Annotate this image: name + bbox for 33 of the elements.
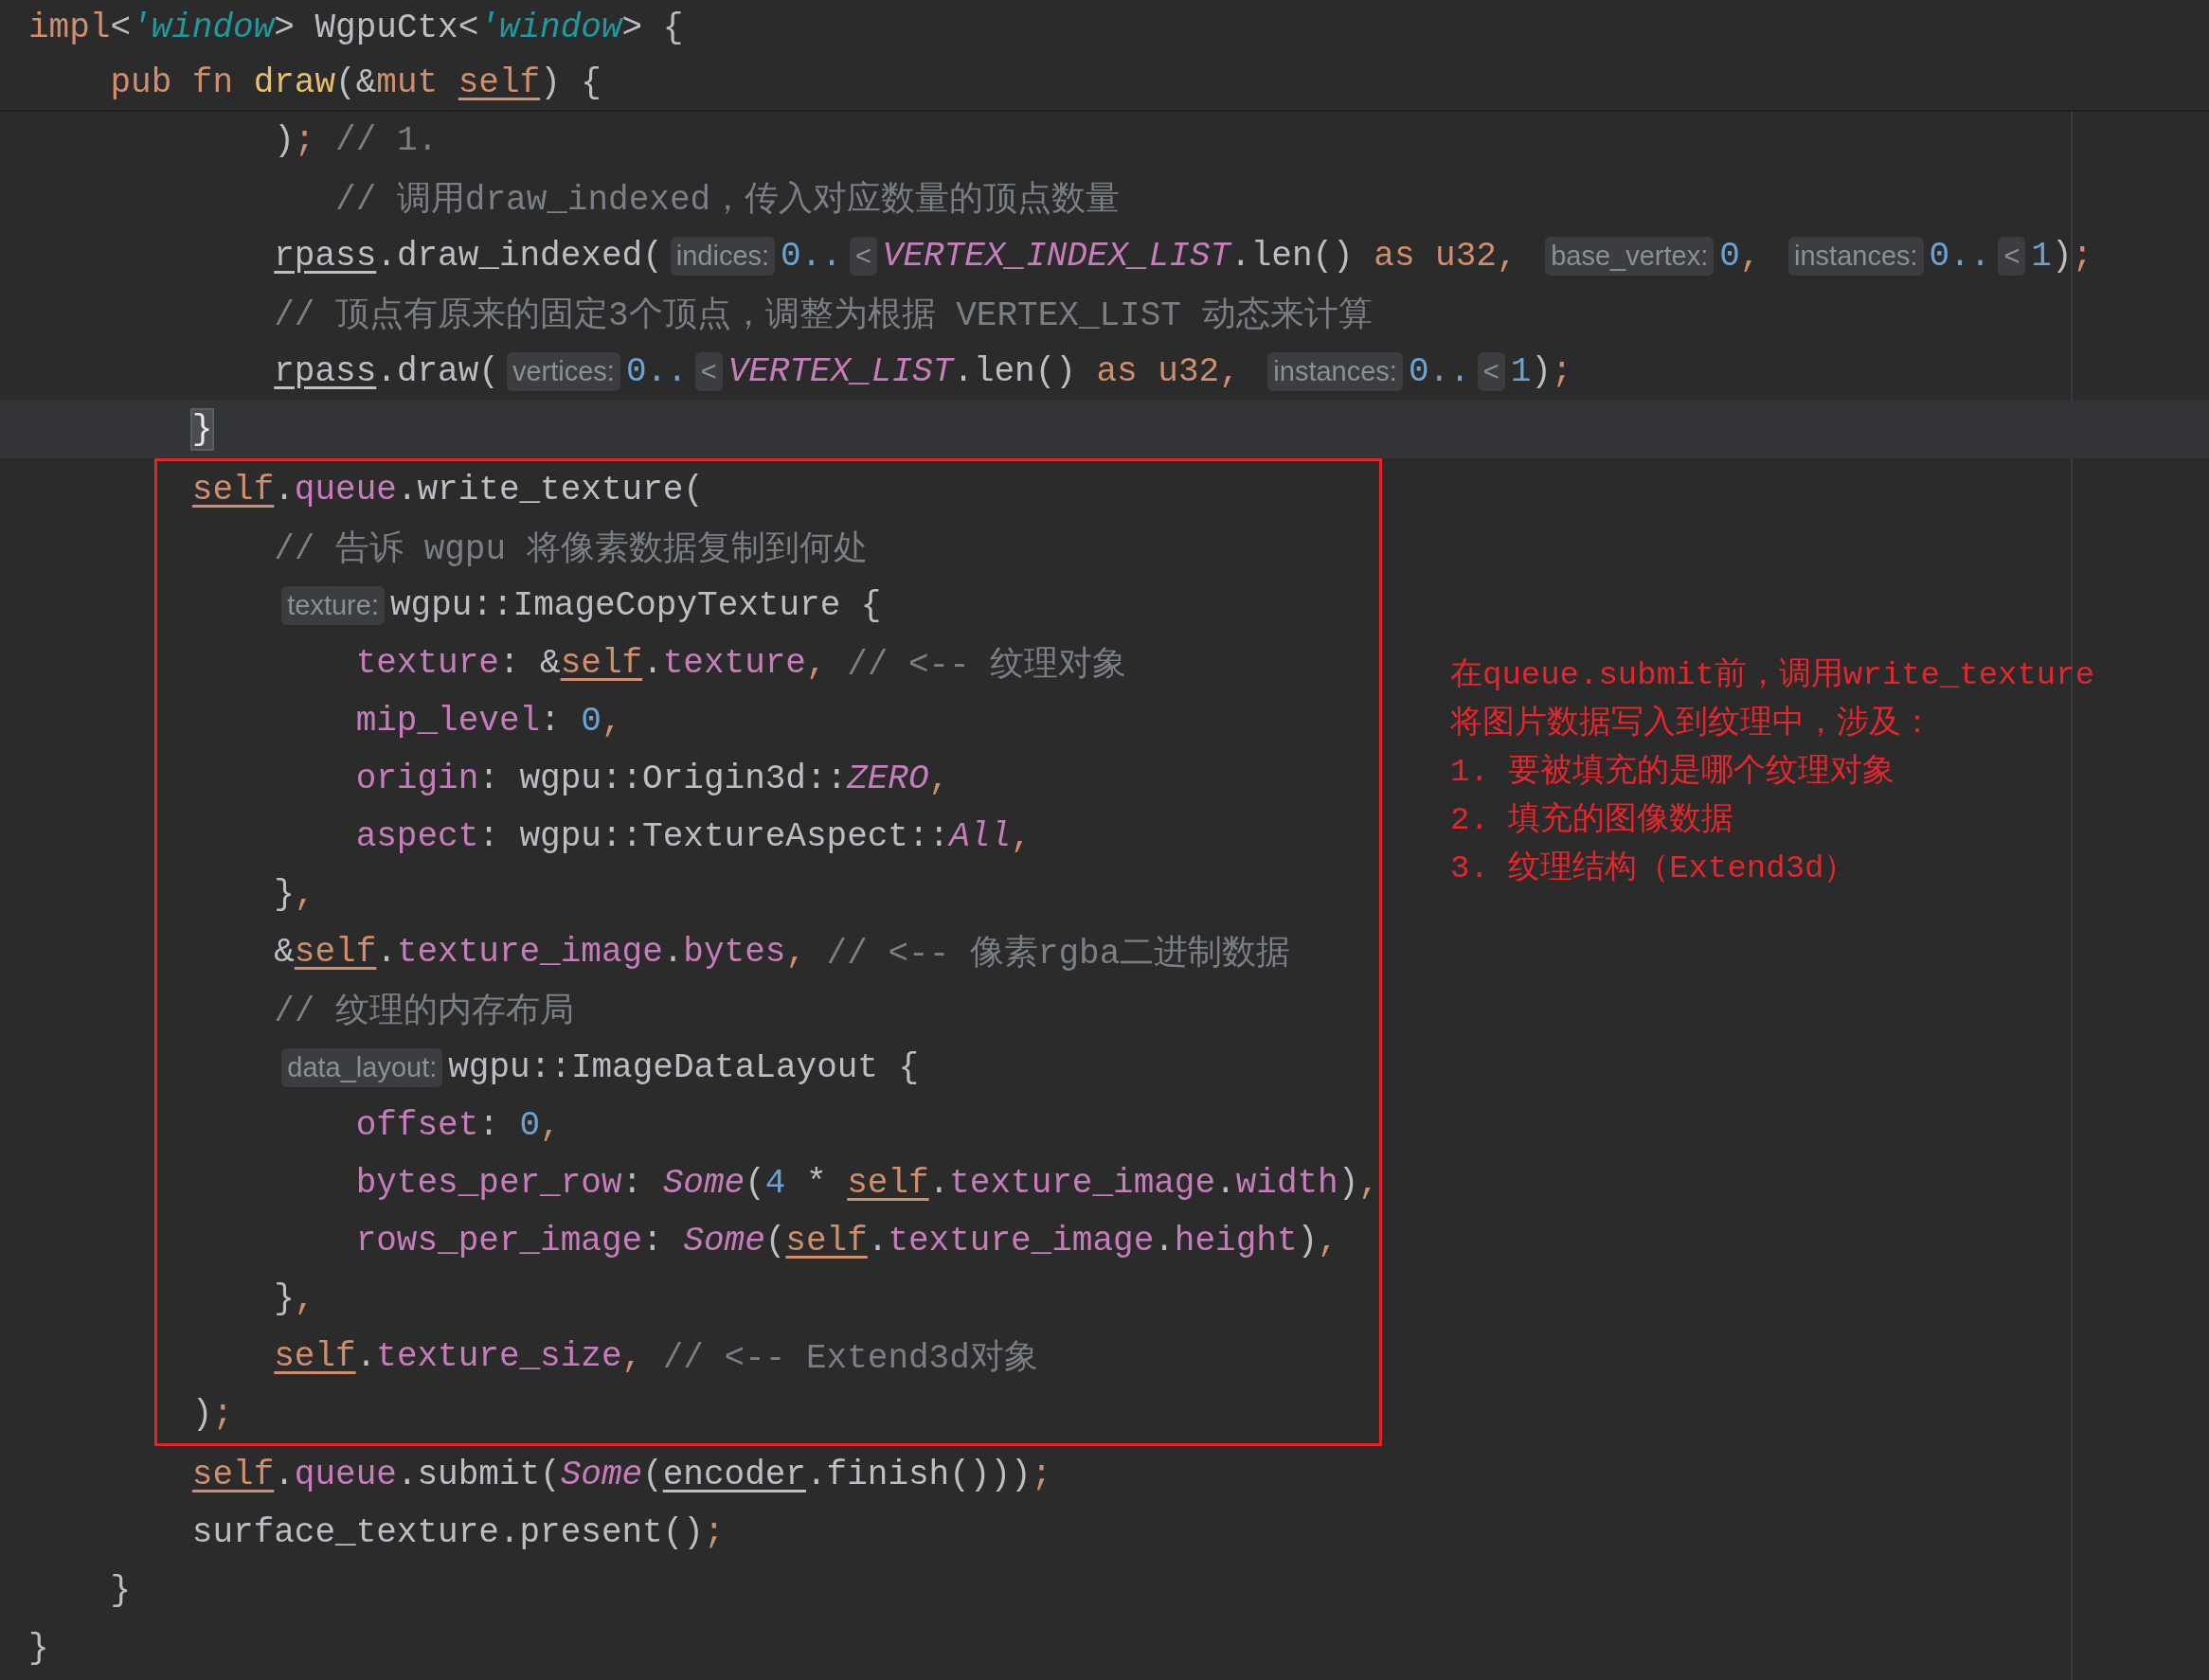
code-line: self.texture_size, // <-- Extend3d对象 bbox=[273, 1336, 1039, 1380]
code-line: origin: wgpu::Origin3d::ZERO, bbox=[354, 759, 951, 800]
code-line: rpass.draw( vertices: 0.. < VERTEX_LIST.len() as u32, instances: 0.. < 1); bbox=[273, 351, 1573, 393]
code-line: // 告诉 wgpu 将像素数据复制到何处 bbox=[273, 529, 869, 571]
annotation-text: 1. 要被填充的是哪个纹理对象 bbox=[1450, 752, 1896, 792]
code-line: self.queue.submit(Some(encoder.finish())); bbox=[190, 1455, 1053, 1496]
code-line: }, bbox=[273, 1278, 316, 1320]
code-line: &self.texture_image.bytes, // <-- 像素rgba二进制数据 bbox=[273, 932, 1292, 975]
code-line: texture: &self.texture, // <-- 纹理对象 bbox=[354, 643, 1128, 687]
code-line: // 顶点有原来的固定3个顶点，调整为根据 VERTEX_LIST 动态来计算 bbox=[273, 295, 1374, 337]
code-line: ); bbox=[190, 1394, 235, 1436]
annotation-text: 2. 填充的图像数据 bbox=[1450, 800, 1735, 840]
code-line: }, bbox=[273, 874, 316, 916]
code-line: self.queue.write_texture( bbox=[190, 470, 705, 511]
code-line: } bbox=[109, 1570, 133, 1612]
annotation-text: 在queue.submit前，调用write_texture bbox=[1450, 656, 2095, 695]
code-line: rows_per_image: Some(self.texture_image.height), bbox=[354, 1221, 1339, 1262]
code-line: aspect: wgpu::TextureAspect::All, bbox=[354, 816, 1033, 858]
code-line: } bbox=[27, 1628, 50, 1670]
annotation-text: 将图片数据写入到纹理中，涉及： bbox=[1450, 705, 1934, 743]
code-line: pub fn draw(&mut self) { bbox=[109, 62, 602, 104]
code-line: // 调用draw_indexed，传入对应数量的顶点数量 bbox=[334, 179, 1122, 222]
code-line: impl<'window> WgpuCtx<'window> { bbox=[27, 7, 685, 49]
code-line: ); // 1. bbox=[273, 120, 440, 162]
annotation-text: 3. 纹理结构（Extend3d） bbox=[1450, 849, 1858, 888]
code-line: // 纹理的内存布局 bbox=[273, 992, 576, 1033]
code-line: mip_level: 0, bbox=[354, 701, 623, 742]
code-line: texture: wgpu::ImageCopyTexture { bbox=[0, 577, 1379, 634]
code-line: data_layout: wgpu::ImageDataLayout { bbox=[0, 1039, 1379, 1097]
code-line: offset: 0, bbox=[354, 1105, 562, 1147]
code-line: surface_texture.present(); bbox=[190, 1512, 726, 1554]
code-line: bytes_per_row: Some(4 * self.texture_image.width), bbox=[354, 1163, 1379, 1205]
code-line: rpass.draw_indexed( indices: 0.. < VERTEX_INDEX_LIST.len() as u32, base_vertex: 0, instances: 0.. < 1); bbox=[273, 236, 2094, 277]
